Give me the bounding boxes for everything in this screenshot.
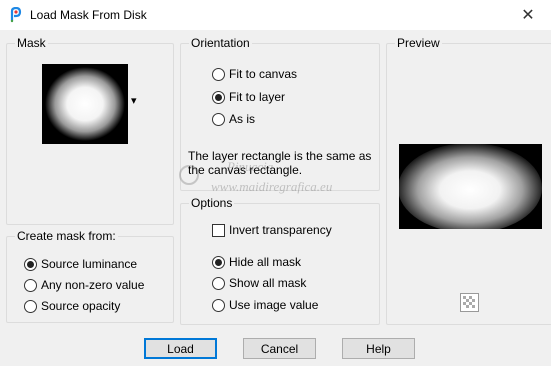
radio-label: Source opacity	[41, 299, 121, 313]
mask-group-label: Mask	[15, 36, 48, 50]
watermark: Pinuccia www.maidiregrafica.eu	[179, 159, 333, 194]
radio-label: Show all mask	[229, 276, 307, 290]
preview-label: Preview	[395, 36, 442, 50]
window-title: Load Mask From Disk	[30, 8, 147, 22]
create-mask-from-group: Create mask from: Source luminance Any n…	[6, 229, 174, 323]
radio-label: Use image value	[229, 298, 319, 312]
radio-button[interactable]	[212, 67, 225, 81]
title-bar: Load Mask From Disk ✕	[0, 0, 551, 30]
radio-button[interactable]	[212, 90, 225, 104]
load-button[interactable]: Load	[144, 338, 217, 359]
mask-thumbnail[interactable]	[42, 64, 128, 144]
transparency-checker-icon[interactable]	[460, 293, 479, 312]
radio-any-non-zero-value[interactable]: Any non-zero value	[24, 277, 144, 293]
create-mask-from-label: Create mask from:	[15, 229, 118, 243]
paintshop-app-icon	[10, 7, 22, 23]
invert-transparency-checkbox[interactable]: Invert transparency	[212, 222, 332, 238]
checkbox-label: Invert transparency	[229, 223, 332, 237]
radio-button[interactable]	[212, 255, 225, 269]
preview-image	[399, 144, 542, 229]
radio-button[interactable]	[24, 299, 37, 313]
radio-label: Fit to layer	[229, 90, 286, 104]
radio-hide-all-mask[interactable]: Hide all mask	[212, 254, 301, 270]
orientation-label: Orientation	[189, 36, 252, 50]
cancel-button[interactable]: Cancel	[243, 338, 316, 359]
radio-source-opacity[interactable]: Source opacity	[24, 298, 120, 314]
mask-group: Mask ▾	[6, 36, 174, 225]
radio-source-luminance[interactable]: Source luminance	[24, 256, 137, 272]
radio-show-all-mask[interactable]: Show all mask	[212, 275, 306, 291]
watermark-name: Pinuccia	[226, 159, 274, 174]
mask-dropdown-arrow-icon[interactable]: ▾	[131, 94, 137, 107]
preview-group: Preview	[386, 36, 551, 325]
help-button[interactable]: Help	[342, 338, 415, 359]
radio-fit-to-canvas[interactable]: Fit to canvas	[212, 66, 297, 82]
radio-label: Hide all mask	[229, 255, 302, 269]
radio-button[interactable]	[24, 257, 37, 271]
radio-button[interactable]	[212, 298, 225, 312]
radio-fit-to-layer[interactable]: Fit to layer	[212, 89, 285, 105]
radio-button[interactable]	[212, 112, 225, 126]
radio-button[interactable]	[212, 276, 225, 290]
radio-button[interactable]	[24, 278, 37, 292]
checkbox[interactable]	[212, 223, 225, 237]
radio-as-is[interactable]: As is	[212, 111, 255, 127]
radio-label: Source luminance	[41, 257, 138, 271]
radio-label: Fit to canvas	[229, 67, 298, 81]
close-icon[interactable]: ✕	[505, 0, 551, 30]
radio-label: As is	[229, 112, 256, 126]
watermark-site: www.maidiregrafica.eu	[211, 179, 333, 194]
options-group: Options Invert transparency Hide all mas…	[180, 196, 380, 325]
radio-label: Any non-zero value	[41, 278, 145, 292]
radio-use-image-value[interactable]: Use image value	[212, 297, 318, 313]
